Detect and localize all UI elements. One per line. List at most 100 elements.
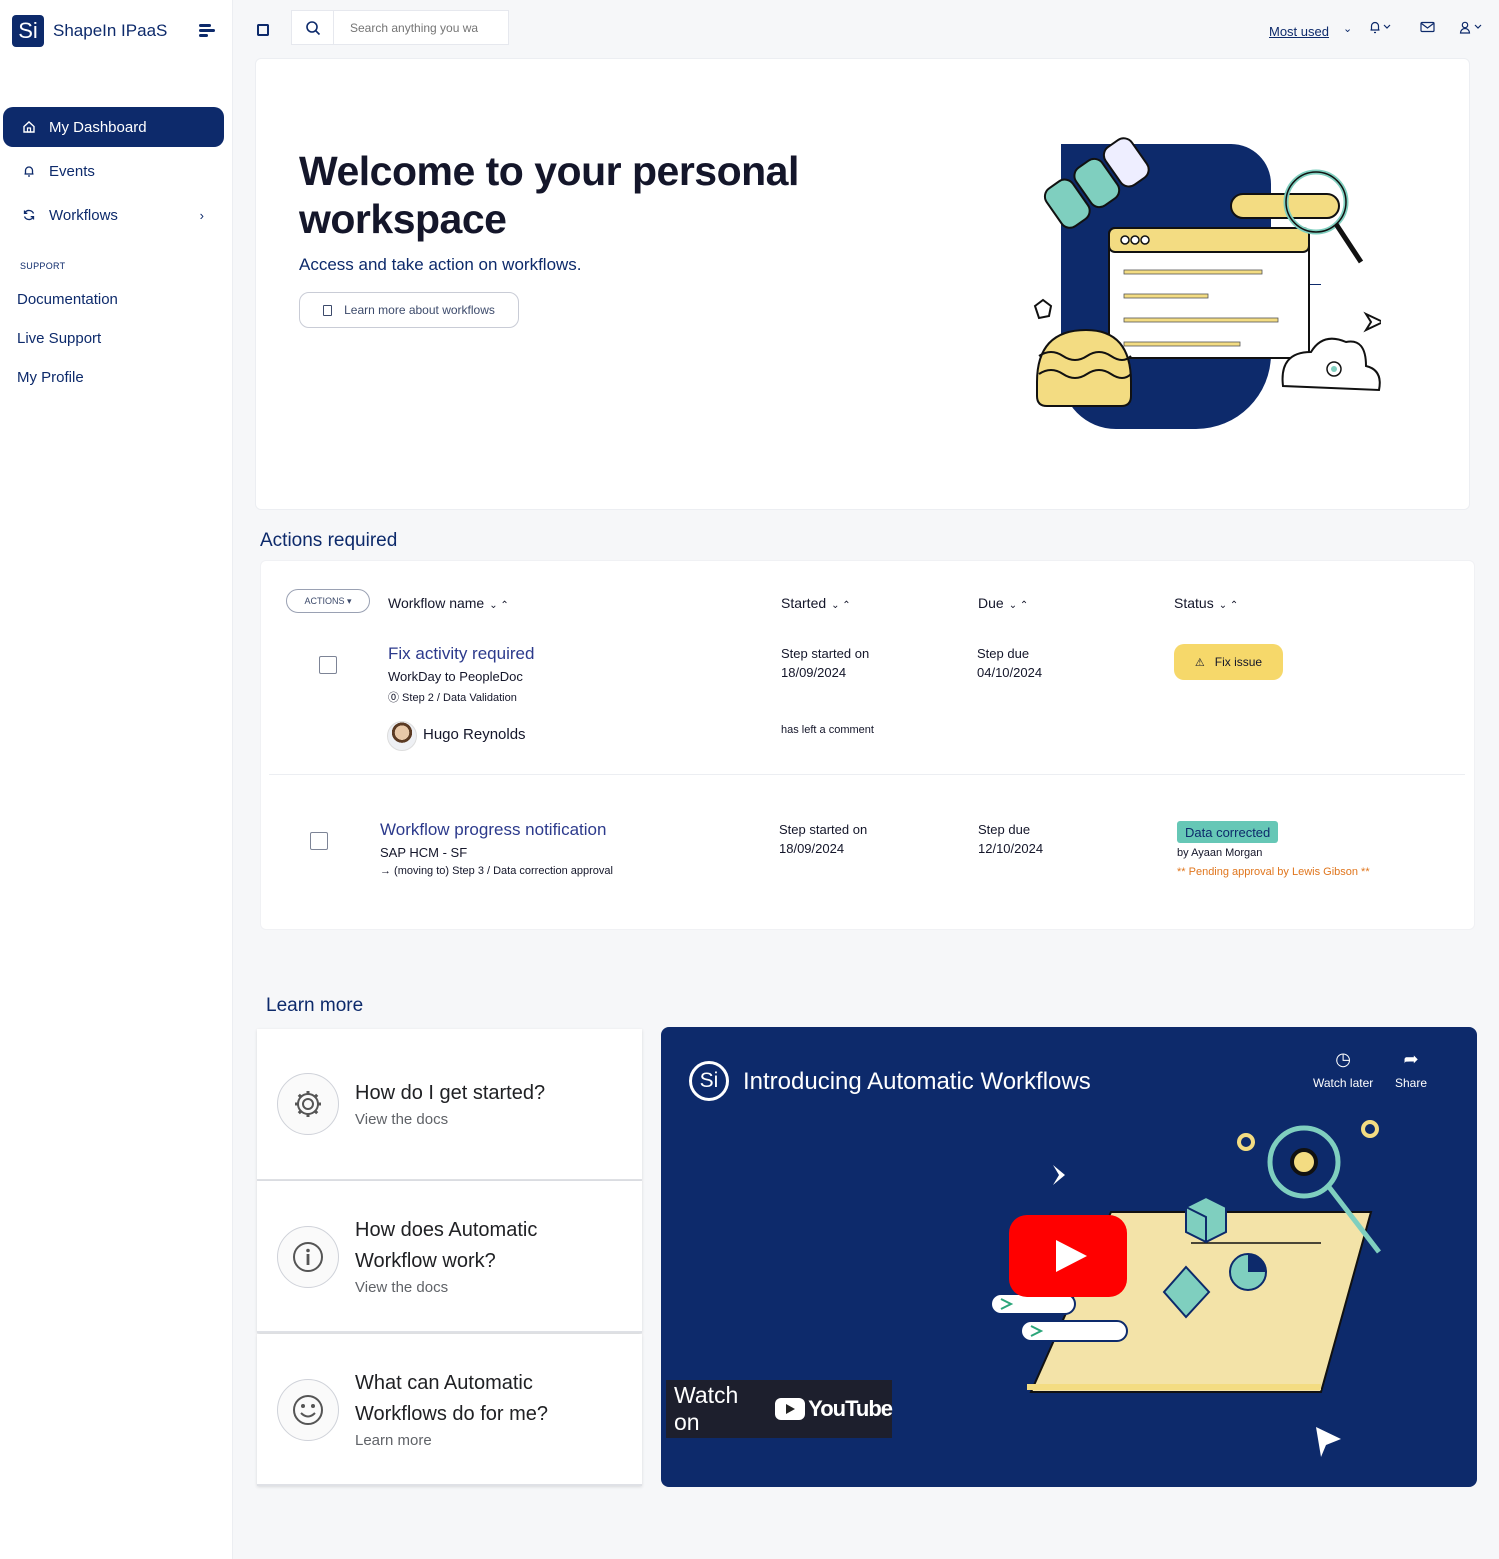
video-player[interactable]: Si Introducing Automatic Workflows ◷ Wat… bbox=[661, 1027, 1477, 1487]
status-by: by Ayaan Morgan bbox=[1177, 847, 1263, 859]
watch-later-button[interactable]: ◷ Watch later bbox=[1313, 1049, 1373, 1090]
card-title: How does Automatic Workflow work? bbox=[355, 1219, 538, 1272]
column-workflow-name[interactable]: Workflow name ⌄ ⌃ bbox=[388, 595, 509, 611]
clock-icon: ◷ bbox=[1335, 1049, 1351, 1069]
book-icon bbox=[323, 304, 333, 316]
learn-more-heading: Learn more bbox=[266, 995, 364, 1016]
learn-card-how-it-works[interactable]: How does Automatic Workflow work? View t… bbox=[257, 1181, 642, 1333]
search-icon[interactable] bbox=[292, 11, 334, 44]
actions-required-heading: Actions required bbox=[260, 530, 398, 551]
my-profile-link[interactable]: My Profile bbox=[17, 369, 84, 386]
avatar bbox=[387, 721, 417, 751]
row-checkbox[interactable] bbox=[310, 832, 328, 850]
brand[interactable]: Si ShapeIn IPaaS bbox=[12, 15, 167, 47]
due-date: 12/10/2024 bbox=[978, 841, 1044, 856]
started-date: 18/09/2024 bbox=[781, 665, 847, 680]
sidebar: Si ShapeIn IPaaS My Dashboard Events Wor… bbox=[0, 0, 233, 1559]
expand-icon[interactable] bbox=[257, 24, 269, 36]
card-title: What can Automatic Workflows do for me? bbox=[355, 1372, 549, 1425]
comment-text: has left a comment bbox=[781, 724, 874, 736]
live-support-link[interactable]: Live Support bbox=[17, 330, 101, 347]
info-icon bbox=[277, 1226, 339, 1288]
learn-card-get-started[interactable]: How do I get started? View the docs bbox=[257, 1029, 642, 1181]
fix-issue-button[interactable]: ⚠ Fix issue bbox=[1174, 644, 1283, 680]
topbar: Most used ⌄ bbox=[233, 0, 1499, 58]
youtube-logo: YouTube bbox=[775, 1396, 893, 1422]
welcome-card: Welcome to your personal workspace Acces… bbox=[255, 58, 1470, 510]
actions-table: ACTIONS ▾ Workflow name ⌄ ⌃ Started ⌄ ⌃ Du… bbox=[260, 560, 1475, 930]
most-used-dropdown[interactable]: Most used bbox=[1269, 24, 1329, 39]
row-subtitle: SAP HCM - SF bbox=[380, 845, 468, 860]
sidebar-item-my-dashboard[interactable]: My Dashboard bbox=[3, 107, 224, 147]
column-label: Due bbox=[978, 595, 1004, 611]
sidebar-item-events[interactable]: Events bbox=[3, 151, 224, 191]
video-title[interactable]: Introducing Automatic Workflows bbox=[743, 1068, 1091, 1096]
started-label: Step started on bbox=[781, 646, 870, 661]
row-divider bbox=[269, 774, 1465, 775]
search-bar bbox=[291, 10, 509, 45]
card-title: How do I get started? bbox=[355, 1082, 546, 1104]
started-date: 18/09/2024 bbox=[779, 841, 845, 856]
column-started[interactable]: Started ⌄ ⌃ bbox=[781, 595, 851, 611]
started-label: Step started on bbox=[779, 822, 868, 837]
share-button[interactable]: ➦ Share bbox=[1395, 1049, 1427, 1090]
share-icon: ➦ bbox=[1403, 1049, 1419, 1069]
column-due[interactable]: Due ⌄ ⌃ bbox=[978, 595, 1028, 611]
smiley-icon bbox=[277, 1379, 339, 1441]
sidebar-item-workflows[interactable]: Workflows › bbox=[3, 195, 224, 235]
row-title[interactable]: Workflow progress notification bbox=[380, 820, 606, 840]
collapse-sidebar-icon[interactable] bbox=[199, 24, 215, 38]
learn-card-what-can-it-do[interactable]: What can Automatic Workflows do for me? … bbox=[257, 1334, 642, 1486]
sort-icon: ⌄ ⌃ bbox=[1218, 600, 1239, 611]
sidebar-item-label: Workflows bbox=[49, 206, 118, 224]
chevron-right-icon: › bbox=[199, 207, 204, 223]
sidebar-item-label: My Dashboard bbox=[49, 118, 147, 136]
card-subtitle: Learn more bbox=[355, 1432, 432, 1449]
watch-on-label: Watch on bbox=[674, 1382, 739, 1435]
bell-icon bbox=[21, 163, 37, 179]
button-label: Learn more about workflows bbox=[344, 303, 495, 317]
pending-note: ** Pending approval by Lewis Gibson ** bbox=[1177, 866, 1370, 878]
search-input[interactable] bbox=[334, 20, 504, 35]
due-date: 04/10/2024 bbox=[977, 665, 1043, 680]
support-heading: SUPPORT bbox=[20, 261, 66, 271]
chevron-down-icon[interactable]: ⌄ bbox=[1343, 22, 1352, 35]
user-icon[interactable] bbox=[1459, 20, 1485, 37]
documentation-link[interactable]: Documentation bbox=[17, 291, 118, 308]
logo: Si bbox=[12, 15, 44, 47]
welcome-subtitle: Access and take action on workflows. bbox=[299, 255, 582, 274]
workspace-illustration bbox=[1033, 137, 1381, 429]
row-subtitle: WorkDay to PeopleDoc bbox=[388, 669, 523, 684]
home-icon bbox=[21, 119, 37, 135]
watch-on-youtube-button[interactable]: Watch on YouTube bbox=[666, 1380, 893, 1438]
row-step: ⓪ Step 2 / Data Validation bbox=[388, 692, 517, 704]
welcome-title: Welcome to your personal workspace bbox=[299, 148, 799, 242]
sort-icon: ⌄ ⌃ bbox=[1008, 600, 1029, 611]
row-step: → (moving to) Step 3 / Data correction a… bbox=[380, 865, 613, 877]
youtube-play-icon bbox=[775, 1398, 806, 1420]
mail-icon[interactable] bbox=[1420, 20, 1435, 36]
card-subtitle: View the docs bbox=[355, 1111, 449, 1128]
actions-dropdown[interactable]: ACTIONS ▾ bbox=[286, 589, 370, 613]
column-label: Status bbox=[1174, 595, 1214, 611]
app-name: ShapeIn IPaaS bbox=[53, 21, 168, 40]
sort-icon: ⌄ ⌃ bbox=[489, 600, 509, 611]
row-title[interactable]: Fix activity required bbox=[388, 644, 534, 664]
channel-logo[interactable]: Si bbox=[689, 1061, 729, 1101]
share-label: Share bbox=[1395, 1076, 1428, 1090]
due-label: Step due bbox=[977, 646, 1030, 661]
warning-icon: ⚠ bbox=[1194, 656, 1205, 669]
bell-icon[interactable] bbox=[1369, 20, 1393, 37]
sidebar-nav: My Dashboard Events Workflows › bbox=[3, 107, 224, 239]
person-name: Hugo Reynolds bbox=[423, 726, 526, 743]
column-status[interactable]: Status ⌄ ⌃ bbox=[1174, 595, 1238, 611]
youtube-wordmark: YouTube bbox=[808, 1396, 893, 1421]
play-button[interactable] bbox=[1009, 1215, 1127, 1297]
row-checkbox[interactable] bbox=[319, 656, 337, 674]
column-label: Workflow name bbox=[388, 595, 485, 611]
button-label: Fix issue bbox=[1214, 655, 1263, 669]
learn-more-workflows-button[interactable]: Learn more about workflows bbox=[299, 292, 519, 328]
status-badge: Data corrected bbox=[1177, 821, 1279, 843]
due-label: Step due bbox=[978, 822, 1031, 837]
column-label: Started bbox=[781, 595, 827, 611]
